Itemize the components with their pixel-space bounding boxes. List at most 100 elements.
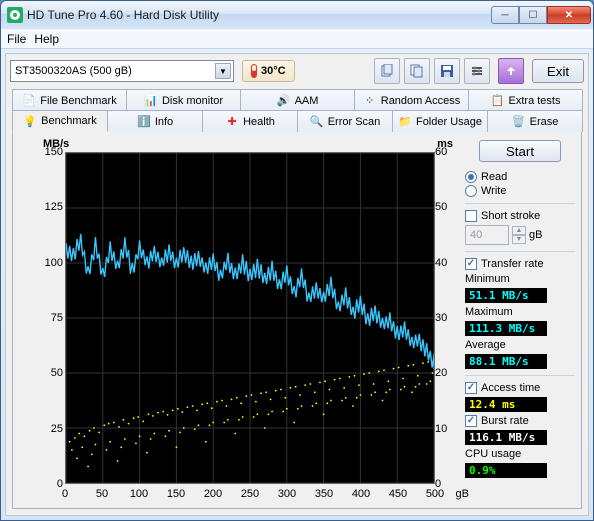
tab-random-access[interactable]: ⁘Random Access <box>354 89 469 111</box>
close-button[interactable]: ✕ <box>547 6 591 24</box>
title-bar: HD Tune Pro 4.60 - Hard Disk Utility ─ ☐… <box>1 1 593 29</box>
tab-folder-usage[interactable]: 📁 Folder Usage <box>392 110 488 132</box>
chevron-down-icon: ▼ <box>512 235 526 244</box>
check-label: Short stroke <box>481 210 540 222</box>
y-left-tick: 75 <box>33 312 63 324</box>
checkbox-icon <box>465 258 477 270</box>
options-button[interactable] <box>464 58 490 84</box>
disk-monitor-icon: 📊 <box>144 94 158 108</box>
tab-extra-tests[interactable]: 📋Extra tests <box>468 89 583 111</box>
x-tick: 500 <box>421 488 449 500</box>
short-stroke-check[interactable]: Short stroke <box>465 210 575 222</box>
benchmark-icon: 💡 <box>23 114 37 128</box>
cpu-usage-label: CPU usage <box>465 448 575 460</box>
drive-selector-value: ST3500320AS (500 gB) <box>15 65 132 77</box>
y-right-tick: 40 <box>435 257 455 269</box>
x-tick: 250 <box>236 488 264 500</box>
temperature-indicator: 30°C <box>242 60 295 82</box>
x-tick: 200 <box>199 488 227 500</box>
tab-error-scan[interactable]: 🔍 Error Scan <box>297 110 393 132</box>
tab-info[interactable]: ℹ️ Info <box>107 110 203 132</box>
erase-icon: 🗑️ <box>512 115 526 129</box>
tab-row-bottom: 💡 Benchmark ℹ️ Info ✚ Health 🔍 Error Scan 📁 F… <box>10 109 584 131</box>
x-tick: 400 <box>347 488 375 500</box>
transfer-rate-check[interactable]: Transfer rate <box>465 258 575 270</box>
y-left-tick: 125 <box>33 201 63 213</box>
radio-label: Read <box>481 171 507 183</box>
read-radio[interactable]: Read <box>465 171 575 183</box>
y-left-tick: 100 <box>33 257 63 269</box>
check-label: Burst rate <box>481 415 529 427</box>
y-left-tick: 50 <box>33 367 63 379</box>
exit-button[interactable]: Exit <box>532 59 584 83</box>
window-title: HD Tune Pro 4.60 - Hard Disk Utility <box>27 8 491 22</box>
tab-erase[interactable]: 🗑️ Erase <box>487 110 583 132</box>
x-tick: 100 <box>125 488 153 500</box>
content-area: ST3500320AS (500 gB) ▼ 30°C Exit 📄 File B… <box>5 53 589 516</box>
drive-selector[interactable]: ST3500320AS (500 gB) ▼ <box>10 60 234 82</box>
average-label: Average <box>465 339 575 351</box>
tab-label: Error Scan <box>328 116 381 128</box>
y-right-tick: 60 <box>435 146 455 158</box>
minimum-value: 51.1 MB/s <box>465 288 547 303</box>
burst-rate-value: 116.1 MB/s <box>465 430 547 445</box>
tab-label: Erase <box>530 116 559 128</box>
thermometer-icon <box>251 64 257 78</box>
x-tick: 350 <box>310 488 338 500</box>
folder-usage-icon: 📁 <box>398 115 412 129</box>
checkbox-icon <box>465 415 477 427</box>
menu-help[interactable]: Help <box>34 32 59 46</box>
tab-label: Info <box>155 116 173 128</box>
y-left-tick: 150 <box>33 146 63 158</box>
short-stroke-spinner: ▲▼ <box>512 226 526 244</box>
info-icon: ℹ️ <box>137 115 151 129</box>
checkbox-icon <box>465 382 477 394</box>
cpu-usage-value: 0.9% <box>465 463 547 478</box>
tab-label: File Benchmark <box>40 95 116 107</box>
copy-info-button[interactable] <box>374 58 400 84</box>
temperature-value: 30°C <box>261 65 286 77</box>
tab-disk-monitor[interactable]: 📊Disk monitor <box>126 89 241 111</box>
radio-icon <box>465 171 477 183</box>
copy-screenshot-button[interactable] <box>404 58 430 84</box>
access-time-value: 12.4 ms <box>465 397 547 412</box>
tab-label: AAM <box>295 95 319 107</box>
y-right-tick: 50 <box>435 201 455 213</box>
tab-label: Random Access <box>381 95 460 107</box>
access-time-check[interactable]: Access time <box>465 382 575 394</box>
app-icon <box>7 7 23 23</box>
start-button[interactable]: Start <box>479 140 561 162</box>
maximize-button[interactable]: ☐ <box>519 6 547 24</box>
burst-rate-check[interactable]: Burst rate <box>465 415 575 427</box>
graph-area: MB/s ms 1501251007550250 6050403020100 0… <box>19 138 459 502</box>
tab-aam[interactable]: 🔊AAM <box>240 89 355 111</box>
error-scan-icon: 🔍 <box>310 115 324 129</box>
health-icon: ✚ <box>225 115 239 129</box>
x-tick: 0 <box>51 488 79 500</box>
radio-icon <box>465 185 477 197</box>
minimize-button[interactable]: ─ <box>491 6 519 24</box>
x-tick: 300 <box>273 488 301 500</box>
write-radio[interactable]: Write <box>465 185 575 197</box>
maximum-label: Maximum <box>465 306 575 318</box>
check-label: Transfer rate <box>481 258 544 270</box>
tab-benchmark[interactable]: 💡 Benchmark <box>12 110 108 132</box>
x-tick: 450 <box>384 488 412 500</box>
check-label: Access time <box>481 382 540 394</box>
tab-label: Extra tests <box>509 95 561 107</box>
maximum-value: 111.3 MB/s <box>465 321 547 336</box>
menu-file[interactable]: File <box>7 32 26 46</box>
save-button[interactable] <box>434 58 460 84</box>
menu-bar: File Help <box>1 29 593 49</box>
tab-label: Folder Usage <box>416 116 482 128</box>
tab-label: Health <box>243 116 275 128</box>
average-value: 88.1 MB/s <box>465 354 547 369</box>
minimum-label: Minimum <box>465 273 575 285</box>
benchmark-chart <box>65 152 435 484</box>
app-window: HD Tune Pro 4.60 - Hard Disk Utility ─ ☐… <box>0 0 594 521</box>
tab-file-benchmark[interactable]: 📄 File Benchmark <box>12 89 127 111</box>
tab-health[interactable]: ✚ Health <box>202 110 298 132</box>
file-benchmark-icon: 📄 <box>22 94 36 108</box>
tab-label: Benchmark <box>41 115 97 127</box>
save-log-button[interactable] <box>498 58 524 84</box>
